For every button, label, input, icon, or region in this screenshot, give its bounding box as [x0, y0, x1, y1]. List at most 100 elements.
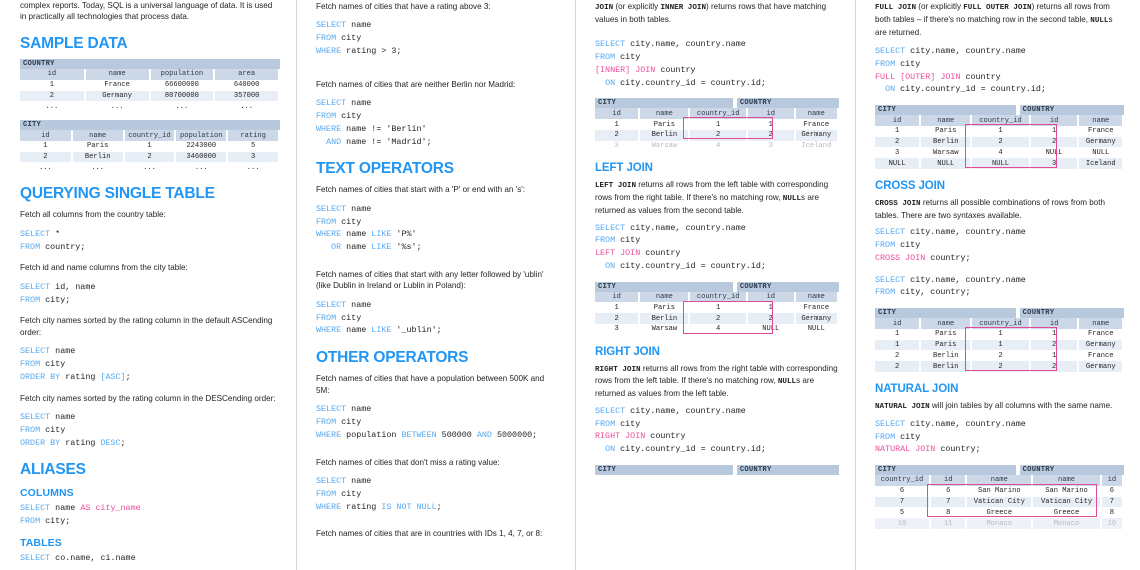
table-header-row: id name country_id id name	[595, 291, 840, 303]
cell: ...	[149, 101, 216, 113]
query-desc: Fetch names of cities that start with a …	[316, 185, 526, 195]
table-row: 1 Paris 1 2 Germany	[875, 339, 1124, 351]
cell: 1	[971, 125, 1031, 137]
cell: France	[1078, 350, 1124, 362]
right-table-title: COUNTRY	[1019, 308, 1124, 319]
cell: San Marino	[1032, 485, 1102, 497]
cell: 3	[1029, 158, 1080, 170]
cell: France	[1078, 125, 1124, 137]
query-desc: Fetch city names sorted by the rating co…	[20, 316, 273, 337]
heading-aliases: ALIASES	[20, 461, 86, 479]
col-id: id	[746, 291, 796, 303]
table-header-row: id name country_id id name	[875, 318, 1124, 329]
cell: 2	[123, 151, 177, 163]
table-header-row: id name population area	[20, 69, 280, 80]
right-table-title: COUNTRY	[736, 464, 839, 475]
cell: 1	[1029, 328, 1080, 340]
cell: 357000	[214, 90, 280, 102]
table-row: 2 Berlin 2 3460000 3	[20, 151, 280, 163]
cell: 2	[689, 129, 748, 141]
col-country-id: country_id	[971, 115, 1031, 126]
col-name: name	[1032, 475, 1102, 486]
cell: 2	[875, 350, 922, 362]
table-row: NULL NULL NULL 3 Iceland	[875, 158, 1124, 170]
left-table-title: CITY	[875, 465, 1016, 476]
heading-cross-join: CROSS JOIN	[875, 180, 945, 193]
cell: 1	[595, 119, 641, 130]
col-name: name	[1078, 115, 1124, 126]
cell: NULL	[794, 323, 840, 335]
table-row: 3 Warsaw 4 NULL NULL	[875, 147, 1124, 159]
left-table-title: CITY	[595, 464, 733, 475]
left-table-title: CITY	[875, 105, 1016, 116]
query-desc: Fetch names of cities that have a rating…	[316, 2, 491, 11]
cell: 1	[971, 328, 1031, 340]
code-order-by-asc: SELECT name FROM city ORDER BY rating [A…	[20, 346, 131, 382]
cell: Vatican City	[1032, 496, 1102, 508]
cell: France	[84, 79, 151, 91]
code-where-rating-above: SELECT name FROM city WHERE rating > 3;	[316, 20, 402, 57]
heading-text-operators: TEXT OPERATORS	[316, 160, 454, 178]
col-id: id	[1100, 475, 1125, 486]
join-table-titles: CITY COUNTRY	[595, 281, 839, 292]
cell: Berlin	[639, 129, 691, 141]
col-country-id: country_id	[875, 475, 932, 486]
cell: 1	[746, 302, 796, 314]
col-population: population	[149, 69, 216, 80]
cell: ...	[214, 101, 280, 113]
col-name: name	[639, 291, 691, 303]
cell: 8	[930, 507, 968, 519]
natural-join-result-table: CITY COUNTRY country_id id name name id …	[875, 465, 1125, 529]
cell: ...	[20, 162, 73, 174]
col-country-id: country_id	[689, 108, 748, 120]
column-4: FULL JOIN (or explicitly FULL OUTER JOIN…	[855, 0, 1140, 570]
cell: 2	[746, 313, 796, 324]
table-row: 10 11 Monaco Monaco 10	[875, 518, 1125, 529]
join-table-titles: CITY COUNTRY	[875, 308, 1124, 319]
cell: 80700000	[149, 90, 216, 102]
table-row: 2 Germany 80700000 357000	[20, 90, 280, 102]
cell: Warsaw	[639, 323, 691, 335]
cell: NULL	[1078, 147, 1124, 159]
query-desc: Fetch names of cities that have a popula…	[316, 374, 545, 395]
col-name: name	[1078, 318, 1124, 329]
code-cross-join-2: SELECT city.name, country.name FROM city…	[875, 274, 1026, 298]
col-name: name	[639, 108, 691, 120]
col-id: id	[930, 475, 968, 486]
table-row: 6 6 San Marino San Marino 6	[875, 485, 1125, 497]
cell: NULL	[1029, 147, 1080, 159]
cell: 3	[595, 140, 641, 152]
cell: 7	[1100, 496, 1125, 508]
col-name: name	[794, 291, 840, 303]
cell: 1	[595, 302, 641, 314]
cell: 1	[20, 79, 86, 91]
code-natural-join: SELECT city.name, country.name FROM city…	[875, 418, 1026, 455]
col-id: id	[1029, 318, 1080, 329]
join-table: id name country_id id name 1 Paris 1 1 F…	[595, 108, 840, 152]
col-id: id	[20, 130, 73, 141]
query-desc-trailing: Fetch names of cities that are in countr…	[316, 529, 543, 539]
query-desc: Fetch names of cities that are neither B…	[316, 79, 516, 89]
table-row: 3 Warsaw 4 NULL NULL	[595, 323, 840, 335]
column-3: JOIN (or explicitly INNER JOIN) returns …	[575, 0, 855, 570]
cross-join-result-table: CITY COUNTRY id name country_id id name …	[875, 308, 1124, 373]
query-desc: Fetch city names sorted by the rating co…	[20, 393, 276, 403]
cell: 1	[20, 140, 73, 152]
cell: 2	[1029, 339, 1080, 351]
code-alias-column: SELECT name AS city_name FROM city;	[20, 503, 141, 527]
table-row: 1 Paris 1 1 France	[875, 328, 1124, 340]
cell: 10	[875, 518, 932, 529]
table-row: 2 Berlin 2 2 Germany	[875, 361, 1124, 373]
full-join-result-table: CITY COUNTRY id name country_id id name …	[875, 105, 1124, 170]
cell: Iceland	[1078, 158, 1124, 170]
cell: 3460000	[175, 151, 229, 163]
code-inner-join: SELECT city.name, country.name FROM city…	[595, 39, 766, 88]
join-table-titles: CITY COUNTRY	[595, 98, 839, 109]
left-table-title: CITY	[595, 98, 733, 109]
country-sample-table: COUNTRY id name population area 1 France…	[20, 59, 280, 113]
cell: 1	[689, 119, 748, 130]
join-table: id name country_id id name 1 Paris 1 1 F…	[875, 115, 1124, 170]
table-row: 2 Berlin 2 2 Germany	[595, 129, 840, 141]
cross-join-desc: CROSS JOIN returns all possible combinat…	[875, 198, 1106, 220]
cell: NULL	[746, 323, 796, 335]
